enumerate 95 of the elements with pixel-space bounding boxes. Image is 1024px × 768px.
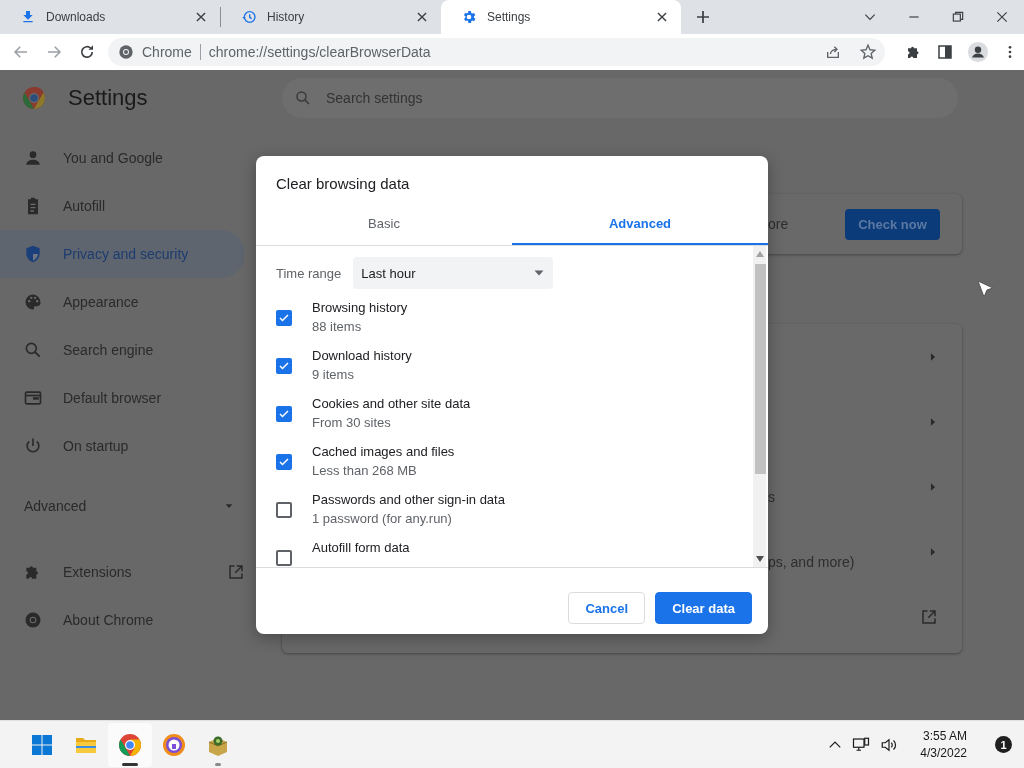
caret-down-icon xyxy=(224,501,234,511)
new-tab-icon[interactable] xyxy=(695,9,711,25)
clock-icon xyxy=(241,9,257,25)
browser-window-icon xyxy=(23,388,43,408)
checkmark-icon xyxy=(278,312,290,324)
reload-icon[interactable] xyxy=(78,43,96,61)
shield-browser-icon xyxy=(162,732,186,757)
clock[interactable]: 3:55 AM 4/3/2022 xyxy=(920,729,967,760)
url-text: chrome://settings/clearBrowserData xyxy=(208,44,432,60)
sidebar-item[interactable]: Privacy and security xyxy=(0,230,245,278)
advanced-section-toggle[interactable]: Advanced xyxy=(0,470,258,530)
checkbox[interactable] xyxy=(276,550,292,566)
browser-tab[interactable]: Settings xyxy=(441,0,681,34)
sidebar-link[interactable]: About Chrome xyxy=(0,596,245,644)
arrow-right-icon[interactable] xyxy=(928,546,938,557)
option-label: Cached images and files xyxy=(312,444,455,459)
checkbox[interactable] xyxy=(276,454,292,470)
row-text: ps, and more) xyxy=(768,554,855,570)
restore-icon[interactable] xyxy=(951,10,965,24)
option-label: Cookies and other site data xyxy=(312,396,471,411)
origin-label: Chrome xyxy=(142,44,192,60)
close-icon[interactable] xyxy=(655,10,669,24)
page-title: Settings xyxy=(68,85,148,111)
side-panel-icon[interactable] xyxy=(936,43,954,61)
shield-icon xyxy=(23,244,43,264)
share-icon[interactable] xyxy=(825,44,841,60)
option-label: Download history xyxy=(312,348,412,363)
download-icon xyxy=(20,9,36,25)
field-label: Time range xyxy=(276,265,342,281)
chrome-logo-icon xyxy=(118,732,142,757)
external-link-icon xyxy=(227,563,245,581)
taskbar-app[interactable] xyxy=(108,722,152,767)
browser-tab[interactable]: Downloads xyxy=(0,0,220,34)
option-detail: 88 items xyxy=(312,319,363,334)
option-detail: 9 items xyxy=(312,367,355,382)
scroll-down-icon xyxy=(756,556,764,562)
dialog-tab[interactable]: Basic xyxy=(256,211,512,245)
option-detail: From 30 sites xyxy=(312,415,392,430)
running-indicator xyxy=(122,762,138,766)
sidebar-item[interactable]: Default browser xyxy=(0,374,245,422)
scroll-up-icon xyxy=(756,251,764,257)
chrome-logo-icon xyxy=(118,44,134,60)
option-label: Browsing history xyxy=(312,300,408,315)
arrow-right-icon[interactable] xyxy=(928,481,938,492)
close-icon[interactable] xyxy=(995,10,1009,24)
checkbox[interactable] xyxy=(276,358,292,374)
notification-badge[interactable]: 1 xyxy=(995,736,1012,753)
card-text: ore xyxy=(768,216,789,232)
checkbox[interactable] xyxy=(276,406,292,422)
mouse-cursor-icon xyxy=(976,279,994,299)
dialog-tab[interactable]: Advanced xyxy=(512,211,768,245)
close-icon[interactable] xyxy=(194,10,208,24)
scrollbar[interactable] xyxy=(753,246,766,567)
cancel-button[interactable]: Cancel xyxy=(568,592,646,624)
forward-arrow-icon[interactable] xyxy=(45,43,63,61)
star-icon[interactable] xyxy=(859,43,877,61)
search-field[interactable]: Search settings xyxy=(282,78,958,118)
dialog-title: Clear browsing data xyxy=(275,174,411,192)
arrow-right-icon[interactable] xyxy=(928,351,938,362)
browser-tab[interactable]: History xyxy=(221,0,441,34)
person-icon xyxy=(23,148,43,168)
sidebar-item[interactable]: Appearance xyxy=(0,278,245,326)
external-link-icon[interactable] xyxy=(920,607,938,626)
arrow-right-icon[interactable] xyxy=(928,416,938,427)
checkmark-icon xyxy=(278,360,290,372)
sidebar-item[interactable]: You and Google xyxy=(0,134,245,182)
address-bar[interactable]: Chrome chrome://settings/clearBrowserData xyxy=(108,38,885,66)
checkmark-icon xyxy=(278,456,290,468)
option-detail: Less than 268 MB xyxy=(312,463,418,478)
back-arrow-icon[interactable] xyxy=(12,43,30,61)
search-icon xyxy=(294,89,312,107)
settings-icon xyxy=(461,9,477,25)
windows-logo-icon xyxy=(30,732,54,757)
search-placeholder: Search settings xyxy=(326,90,423,106)
checkmark-icon xyxy=(278,408,290,420)
sidebar-link[interactable]: Extensions xyxy=(0,548,245,596)
running-indicator xyxy=(215,762,221,766)
sidebar-item[interactable]: Search engine xyxy=(0,326,245,374)
checkbox[interactable] xyxy=(276,310,292,326)
palette-icon xyxy=(23,292,43,312)
option-label: Passwords and other sign-in data xyxy=(312,492,505,507)
option-detail: 1 password (for any.run) xyxy=(312,511,453,526)
time-range-dropdown[interactable]: Last hour xyxy=(353,257,554,289)
close-icon[interactable] xyxy=(415,10,429,24)
clear-data-button[interactable]: Clear data xyxy=(655,592,752,624)
network-icon[interactable] xyxy=(852,735,871,754)
profile-avatar-icon[interactable] xyxy=(967,41,989,63)
option-label: Autofill form data xyxy=(312,540,410,555)
search-icon xyxy=(23,340,43,360)
chrome-logo-icon xyxy=(22,86,46,110)
check-now-button[interactable]: Check now xyxy=(845,208,940,240)
sidebar-item[interactable]: Autofill xyxy=(0,182,245,230)
sidebar-item[interactable]: On startup xyxy=(0,422,245,470)
chrome-logo-icon xyxy=(23,610,43,630)
checkbox[interactable] xyxy=(276,502,292,518)
